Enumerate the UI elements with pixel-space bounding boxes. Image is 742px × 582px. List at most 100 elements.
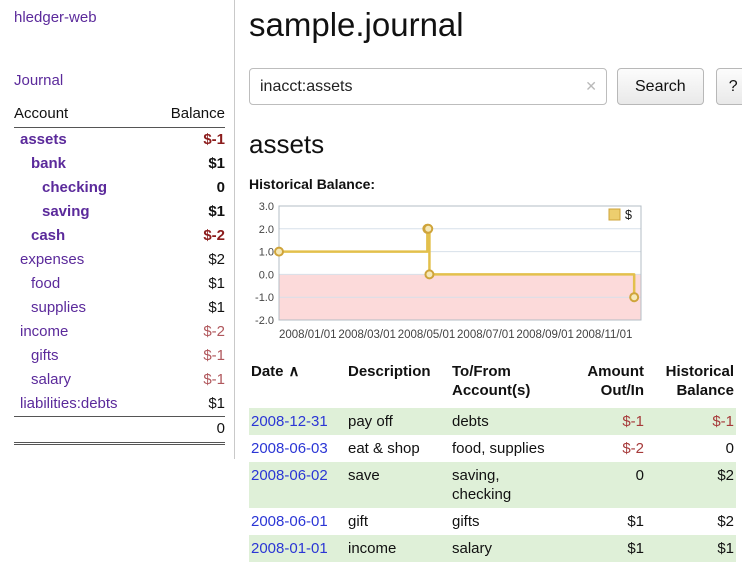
accounts-table-body: assets$-1bank$1checking0saving$1cash$-2e… — [14, 128, 225, 417]
transaction-date-link[interactable]: 2008-01-01 — [251, 540, 328, 557]
accounts-total-value: 0 — [152, 417, 225, 444]
transaction-amount: $-2 — [580, 435, 646, 462]
x-axis-tick-label: 2008/09/01 — [516, 329, 574, 341]
search-button[interactable]: Search — [617, 68, 704, 105]
transaction-amount: 0 — [580, 462, 646, 508]
x-axis-tick-label: 2008/05/01 — [398, 329, 456, 341]
help-button[interactable]: ? — [716, 68, 742, 105]
transaction-accounts: food, supplies — [450, 435, 580, 462]
search-input[interactable] — [249, 68, 607, 105]
legend-swatch — [609, 209, 620, 220]
x-axis-tick-label: 2008/01/01 — [279, 329, 337, 341]
account-row: gifts $-1 — [14, 344, 225, 368]
account-row: bank $1 — [14, 152, 225, 176]
accounts-column-account: Account — [14, 101, 152, 128]
transaction-accounts: debts — [450, 408, 580, 435]
account-link[interactable]: gifts — [31, 347, 59, 364]
register-column-date[interactable]: Date∧ — [249, 360, 346, 408]
account-row: assets $-1 — [14, 128, 225, 153]
account-balance: $-2 — [152, 320, 225, 344]
y-axis-tick-label: -1.0 — [255, 292, 274, 304]
account-balance: $2 — [152, 248, 225, 272]
account-balance: $1 — [152, 296, 225, 320]
account-balance: $1 — [152, 272, 225, 296]
transaction-balance: 0 — [646, 435, 736, 462]
account-link[interactable]: expenses — [20, 251, 84, 268]
transaction-balance: $2 — [646, 508, 736, 535]
transaction-description: pay off — [346, 408, 450, 435]
transaction-balance: $-1 — [646, 408, 736, 435]
transaction-date-link[interactable]: 2008-06-01 — [251, 513, 328, 530]
transaction-balance: $2 — [646, 462, 736, 508]
app-title-link[interactable]: hledger-web — [14, 9, 97, 26]
transaction-amount: $1 — [580, 535, 646, 562]
register-table-body: 2008-12-31pay offdebts$-1$-12008-06-03ea… — [249, 408, 736, 562]
accounts-table: Account Balance assets $-1 bank $1 checking 0… — [14, 101, 225, 445]
account-row: supplies $1 — [14, 296, 225, 320]
accounts-column-balance: Balance — [152, 101, 225, 128]
account-link[interactable]: checking — [42, 179, 107, 196]
account-row: salary$-1 — [14, 368, 225, 392]
transaction-accounts: saving, checking — [450, 462, 580, 508]
register-row: 2008-06-01giftgifts$1$2 — [249, 508, 736, 535]
account-balance: $1 — [152, 200, 225, 224]
sidebar: hledger-web Journal Account Balance asse… — [0, 0, 235, 459]
register-row: 2008-06-03 eat & shopfood, supplies$-20 — [249, 435, 736, 462]
account-link[interactable]: saving — [42, 203, 90, 220]
register-row: 2008-06-02 savesaving, checking0$2 — [249, 462, 736, 508]
account-link[interactable]: liabilities:debts — [20, 395, 118, 412]
chart-title-label: Historical Balance: — [249, 176, 742, 192]
register-row: 2008-12-31pay offdebts$-1$-1 — [249, 408, 736, 435]
date-header-label: Date — [251, 363, 284, 380]
data-point-marker — [424, 225, 432, 233]
account-row: income $-2 — [14, 320, 225, 344]
transaction-amount: $1 — [580, 508, 646, 535]
data-point-marker — [630, 293, 638, 301]
account-link[interactable]: assets — [20, 131, 67, 148]
sidebar-item-journal[interactable]: Journal — [14, 72, 63, 89]
register-column-accounts: To/From Account(s) — [450, 360, 580, 408]
account-page-title: assets — [249, 129, 742, 160]
main-content: sample.journal ✕ Search ? assets Histori… — [235, 0, 742, 562]
x-axis-tick-label: 2008/07/01 — [457, 329, 515, 341]
account-row: food $1 — [14, 272, 225, 296]
register-table: Date∧ Description To/From Account(s) Amo… — [249, 360, 736, 562]
transaction-balance: $1 — [646, 535, 736, 562]
transaction-accounts: gifts — [450, 508, 580, 535]
account-link[interactable]: salary — [31, 371, 71, 388]
account-balance: $-1 — [152, 344, 225, 368]
y-axis-tick-label: 3.0 — [259, 201, 274, 213]
search-row: ✕ Search ? — [249, 68, 742, 105]
y-axis-tick-label: 0.0 — [259, 269, 274, 281]
clear-search-icon[interactable]: ✕ — [585, 78, 597, 94]
account-balance: $-1 — [152, 128, 225, 153]
account-link[interactable]: income — [20, 323, 68, 340]
transaction-amount: $-1 — [580, 408, 646, 435]
account-row: expenses $2 — [14, 248, 225, 272]
historical-balance-chart: 3.02.01.00.0-1.0-2.02008/01/012008/03/01… — [249, 198, 651, 346]
x-axis-tick-label: 2008/11/01 — [576, 329, 633, 341]
register-column-amount: Amount Out/In — [580, 360, 646, 408]
transaction-date-link[interactable]: 2008-06-02 — [251, 467, 328, 484]
transaction-date-link[interactable]: 2008-12-31 — [251, 413, 328, 430]
transaction-description: income — [346, 535, 450, 562]
data-point-marker — [275, 248, 283, 256]
transaction-description: save — [346, 462, 450, 508]
account-link[interactable]: food — [31, 275, 60, 292]
accounts-total-row: 0 — [14, 417, 225, 444]
account-balance: 0 — [152, 176, 225, 200]
register-column-description: Description — [346, 360, 450, 408]
account-balance: $-2 — [152, 224, 225, 248]
register-column-balance: Historical Balance — [646, 360, 736, 408]
x-axis-tick-label: 2008/03/01 — [338, 329, 396, 341]
account-link[interactable]: bank — [31, 155, 66, 172]
y-axis-tick-label: 1.0 — [259, 247, 274, 259]
account-row: saving $1 — [14, 200, 225, 224]
account-balance: $1 — [152, 152, 225, 176]
transaction-description: eat & shop — [346, 435, 450, 462]
account-row: checking 0 — [14, 176, 225, 200]
account-link[interactable]: supplies — [31, 299, 86, 316]
accounts-total-spacer — [14, 417, 152, 444]
transaction-date-link[interactable]: 2008-06-03 — [251, 440, 328, 457]
account-link[interactable]: cash — [31, 227, 65, 244]
